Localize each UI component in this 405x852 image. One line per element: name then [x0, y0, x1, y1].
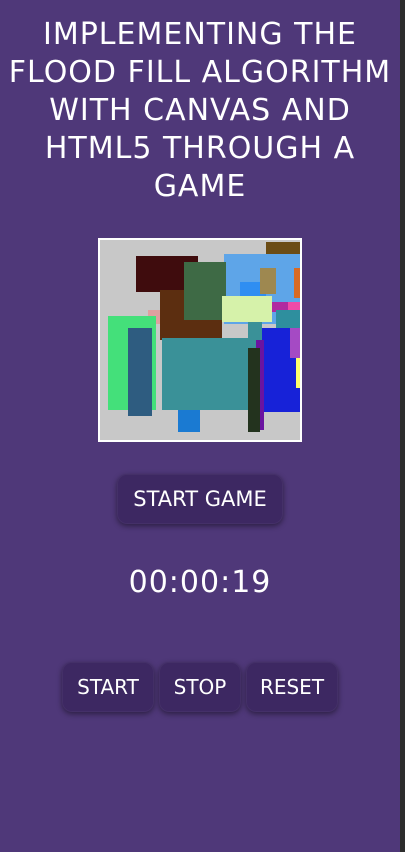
page-title: IMPLEMENTING THE FLOOD FILL ALGORITHM WI…: [8, 17, 392, 204]
color-region[interactable]: [248, 348, 260, 432]
color-region[interactable]: [296, 358, 300, 388]
color-region[interactable]: [178, 410, 200, 432]
color-region[interactable]: [128, 328, 152, 416]
timer-display: 00:00:19: [128, 565, 272, 600]
color-region[interactable]: [260, 268, 276, 294]
color-region[interactable]: [222, 296, 272, 322]
color-region[interactable]: [162, 338, 256, 410]
page: IMPLEMENTING THE FLOOD FILL ALGORITHM WI…: [0, 0, 400, 852]
start-button[interactable]: START: [62, 662, 154, 712]
flood-fill-canvas[interactable]: [98, 238, 302, 442]
game-board[interactable]: [100, 240, 300, 440]
start-game-button[interactable]: START GAME: [117, 474, 283, 524]
color-region[interactable]: [266, 242, 300, 256]
color-region[interactable]: [276, 310, 300, 328]
color-region[interactable]: [294, 268, 300, 298]
stop-button[interactable]: STOP: [159, 662, 241, 712]
color-region[interactable]: [184, 262, 226, 320]
window-edge: [400, 0, 405, 852]
color-region[interactable]: [290, 328, 300, 358]
reset-button[interactable]: RESET: [246, 662, 338, 712]
